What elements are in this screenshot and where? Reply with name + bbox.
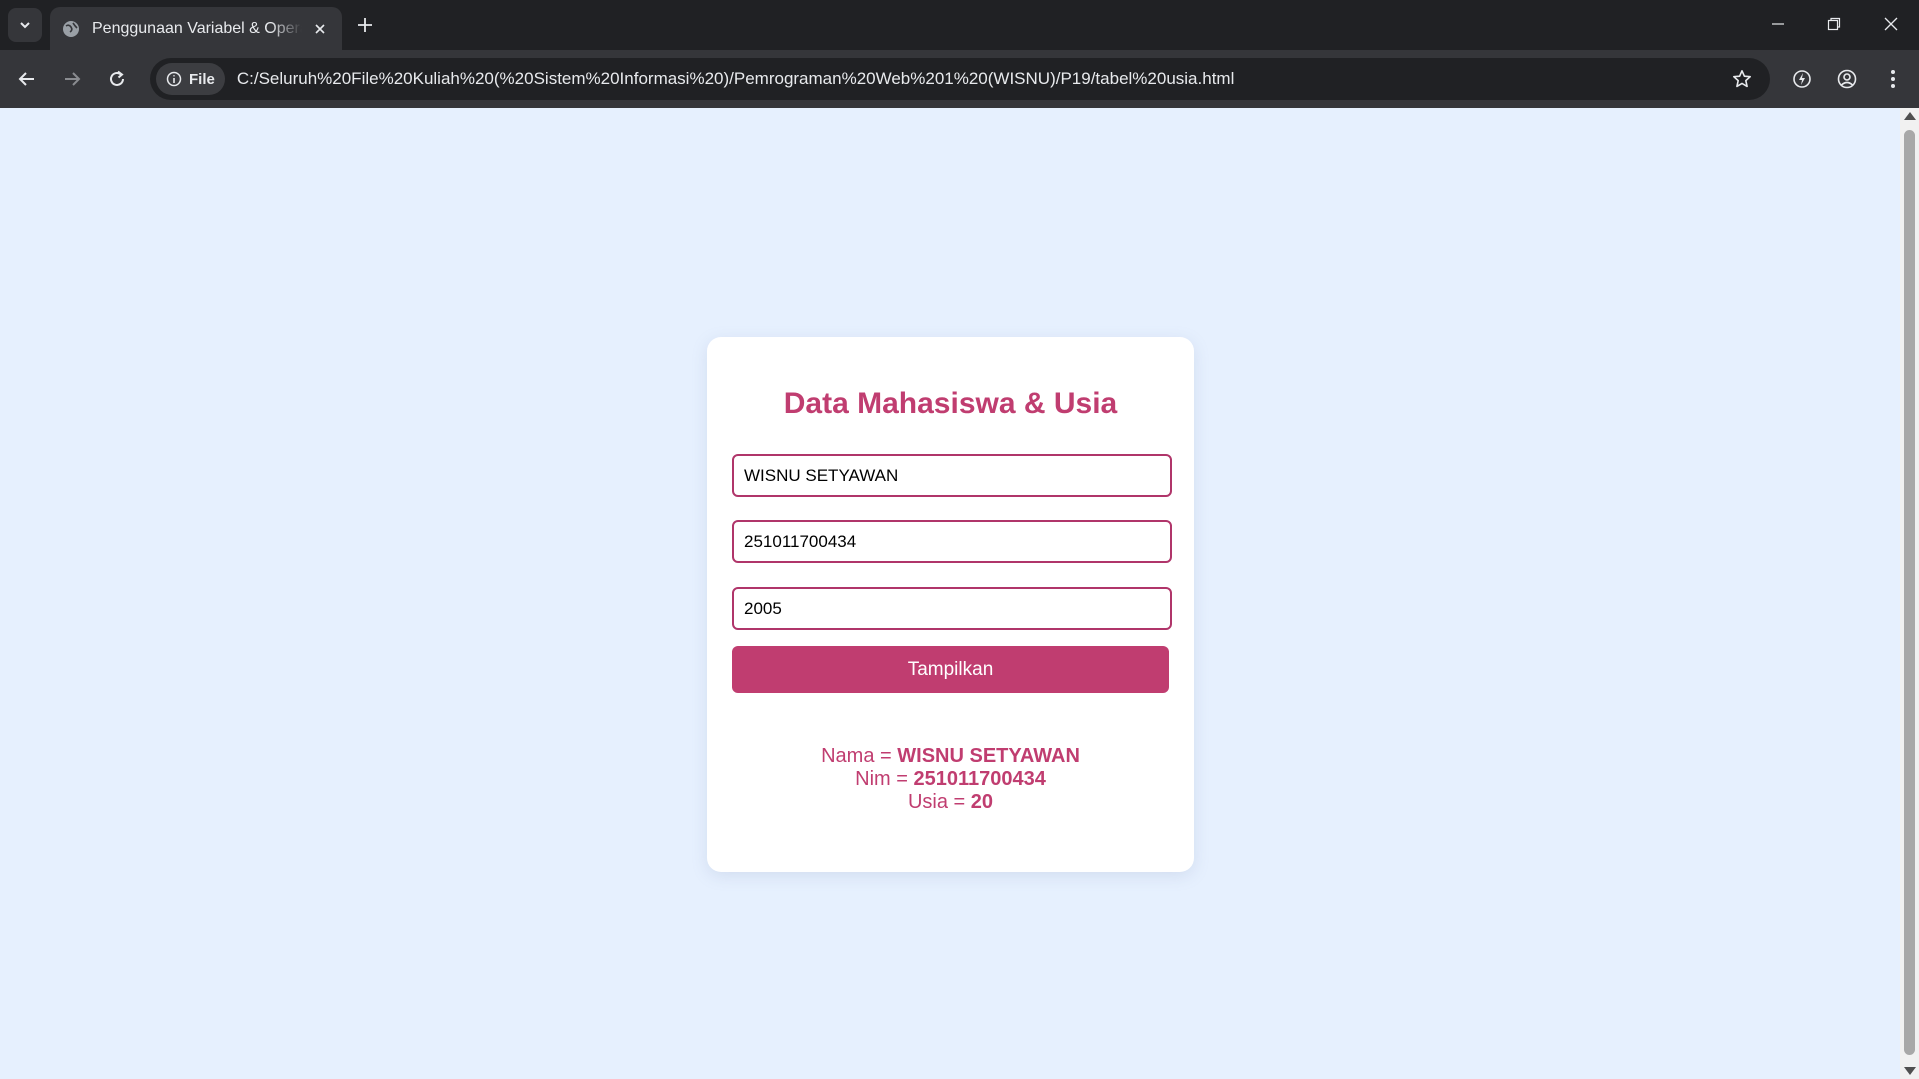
tab-list-button[interactable] bbox=[8, 8, 42, 42]
reload-button[interactable] bbox=[101, 63, 133, 95]
scroll-up-arrow-icon[interactable] bbox=[1904, 112, 1916, 120]
result-usia-value: 20 bbox=[970, 791, 994, 813]
back-button[interactable] bbox=[11, 63, 43, 95]
info-icon bbox=[166, 71, 182, 87]
site-chip-label: File bbox=[189, 70, 215, 88]
close-icon bbox=[315, 23, 325, 34]
menu-icon bbox=[1891, 70, 1895, 88]
result-nama-label: Nama = bbox=[821, 745, 898, 767]
result-nim-value: 251011700434 bbox=[913, 768, 1046, 790]
browser-toolbar: File C:/Seluruh%20File%20Kuliah%20(%20Si… bbox=[0, 50, 1919, 108]
forward-icon bbox=[65, 72, 81, 86]
star-icon bbox=[1733, 70, 1751, 88]
tab-close-button[interactable] bbox=[310, 19, 330, 39]
browser-tab[interactable]: Penggunaan Variabel & Operator bbox=[50, 7, 342, 50]
address-bar[interactable]: File C:/Seluruh%20File%20Kuliah%20(%20Si… bbox=[150, 58, 1770, 100]
back-icon bbox=[18, 72, 34, 86]
result-nama: Nama = WISNU SETYAWAN bbox=[707, 745, 1194, 768]
minimize-button[interactable] bbox=[1750, 0, 1806, 48]
restore-button[interactable] bbox=[1806, 0, 1862, 48]
new-tab-button[interactable] bbox=[352, 12, 378, 38]
page-title: Data Mahasiswa & Usia bbox=[783, 387, 1118, 420]
vertical-scrollbar[interactable] bbox=[1900, 108, 1919, 1079]
restore-icon bbox=[1827, 17, 1841, 31]
window-close-icon bbox=[1884, 17, 1898, 31]
globe-icon bbox=[63, 20, 79, 37]
browser-menu-button[interactable] bbox=[1877, 63, 1909, 95]
student-form-card: Data Mahasiswa & Usia Tampilkan Nama = W… bbox=[707, 337, 1194, 872]
performance-icon bbox=[1793, 70, 1811, 88]
scroll-down-arrow-icon[interactable] bbox=[1904, 1067, 1916, 1075]
url-text[interactable]: C:/Seluruh%20File%20Kuliah%20(%20Sistem%… bbox=[237, 69, 1235, 89]
minimize-icon bbox=[1772, 23, 1784, 25]
result-output: Nama = WISNU SETYAWAN Nim = 251011700434… bbox=[707, 745, 1194, 814]
profile-icon bbox=[1837, 69, 1857, 89]
window-close-button[interactable] bbox=[1863, 0, 1919, 48]
forward-button[interactable] bbox=[56, 63, 88, 95]
result-usia: Usia = 20 bbox=[707, 791, 1194, 814]
profile-button[interactable] bbox=[1831, 63, 1863, 95]
tab-bar: Penggunaan Variabel & Operator bbox=[0, 0, 1919, 50]
plus-icon bbox=[358, 18, 372, 32]
result-usia-label: Usia = bbox=[907, 791, 971, 813]
tab-list-icon bbox=[20, 22, 30, 29]
result-nim-label: Nim = bbox=[855, 768, 914, 790]
nim-input[interactable] bbox=[732, 520, 1172, 563]
scroll-thumb[interactable] bbox=[1904, 130, 1915, 1055]
tab-title: Penggunaan Variabel & Operator bbox=[92, 19, 302, 37]
result-nim: Nim = 251011700434 bbox=[707, 768, 1194, 791]
result-nama-value: WISNU SETYAWAN bbox=[897, 745, 1080, 767]
site-info-chip[interactable]: File bbox=[156, 63, 225, 95]
tampilkan-button[interactable]: Tampilkan bbox=[732, 646, 1169, 693]
reload-icon bbox=[110, 70, 124, 86]
bookmark-button[interactable] bbox=[1730, 67, 1754, 91]
tahun-lahir-input[interactable] bbox=[732, 587, 1172, 630]
performance-button[interactable] bbox=[1786, 63, 1818, 95]
nama-input[interactable] bbox=[732, 454, 1172, 497]
